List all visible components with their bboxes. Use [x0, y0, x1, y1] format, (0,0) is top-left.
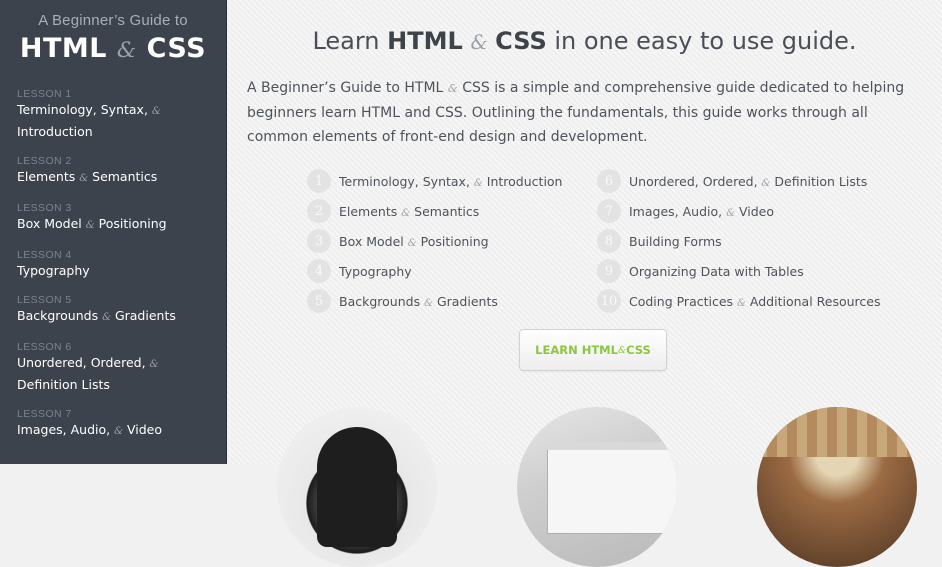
cta-label-post: CSS	[626, 343, 651, 357]
sidebar-lesson-4[interactable]: Lesson 4 Typography	[17, 249, 226, 281]
lesson-number: Lesson 7	[17, 408, 72, 420]
toc-item-8[interactable]: 8 Building Forms	[597, 226, 880, 256]
page-headline: Learn HTML & CSS in one easy to use guid…	[227, 27, 942, 55]
toc-label: Terminology, Syntax, & Introduction	[339, 173, 563, 189]
toc-label: Backgrounds & Gradients	[339, 293, 498, 309]
lesson-number: Lesson 6	[17, 341, 72, 353]
toc-label: Box Model & Positioning	[339, 233, 489, 249]
toc-item-3[interactable]: 3 Box Model & Positioning	[307, 226, 562, 256]
lesson-title: Box Model & Positioning	[17, 216, 167, 231]
number-badge: 3	[307, 229, 331, 253]
toc-item-4[interactable]: 4 Typography	[307, 256, 562, 286]
sidebar-lesson-2[interactable]: Lesson 2 Elements & Semantics	[17, 155, 226, 189]
lesson-number: Lesson 3	[17, 202, 72, 214]
lesson-title: Elements & Semantics	[17, 169, 158, 184]
number-badge: 4	[307, 259, 331, 283]
toc-item-6[interactable]: 6 Unordered, Ordered, & Definition Lists	[597, 166, 880, 196]
intro-paragraph: A Beginner’s Guide to HTML & CSS is a si…	[247, 80, 905, 145]
brand-ampersand: &	[116, 38, 137, 63]
sidebar-lesson-7[interactable]: Lesson 7 Images, Audio, & Video	[17, 408, 226, 442]
brand-title: HTML & CSS	[0, 33, 226, 64]
sidebar-lesson-3[interactable]: Lesson 3 Box Model & Positioning	[17, 202, 226, 236]
lesson-number: Lesson 5	[17, 294, 72, 306]
number-badge: 10	[597, 289, 621, 313]
toc-label: Elements & Semantics	[339, 203, 480, 219]
lesson-title: Images, Audio, & Video	[17, 422, 162, 437]
main-content: Learn HTML & CSS in one easy to use guid…	[227, 0, 942, 567]
headline-ampersand: &	[470, 31, 488, 54]
browser-bar-shape	[547, 442, 677, 450]
lesson-number: Lesson 1	[17, 88, 72, 100]
toc-item-1[interactable]: 1 Terminology, Syntax, & Introduction	[307, 166, 562, 196]
author-portrait-image	[277, 407, 437, 567]
lesson-number: Lesson 4	[17, 249, 72, 261]
learn-html-css-button[interactable]: LEARN HTML & CSS	[519, 329, 667, 371]
number-badge: 2	[307, 199, 331, 223]
headline-html: HTML	[387, 27, 463, 55]
number-badge: 6	[597, 169, 621, 193]
brand-html: HTML	[19, 33, 108, 64]
lesson-title: Unordered, Ordered, & Definition Lists	[17, 355, 159, 392]
headline-pre: Learn	[312, 27, 388, 55]
brand-subtitle: A Beginner’s Guide to	[38, 12, 188, 29]
lesson-index-right: 6 Unordered, Ordered, & Definition Lists…	[597, 166, 880, 316]
toc-label: Coding Practices & Additional Resources	[629, 293, 881, 309]
code-screenshot-image	[517, 407, 677, 567]
lesson-title: Backgrounds & Gradients	[17, 308, 176, 323]
sidebar-lesson-6[interactable]: Lesson 6 Unordered, Ordered, & Definitio…	[17, 341, 226, 395]
headline-post: in one easy to use guide.	[546, 27, 857, 55]
browser-window-shape	[547, 442, 677, 534]
toc-label: Building Forms	[629, 233, 722, 249]
number-badge: 9	[597, 259, 621, 283]
headline-css: CSS	[495, 27, 547, 55]
cta-label-pre: LEARN HTML	[535, 343, 618, 357]
lesson-title: Typography	[17, 263, 90, 278]
toc-item-10[interactable]: 10 Coding Practices & Additional Resourc…	[597, 286, 880, 316]
lesson-list: Lesson 1 Terminology, Syntax, & Introduc…	[0, 88, 226, 442]
toc-item-2[interactable]: 2 Elements & Semantics	[307, 196, 562, 226]
toc-label: Organizing Data with Tables	[629, 263, 804, 279]
lesson-index-left: 1 Terminology, Syntax, & Introduction 2 …	[307, 166, 562, 316]
sidebar: A Beginner’s Guide to HTML & CSS Lesson …	[0, 0, 227, 464]
number-badge: 7	[597, 199, 621, 223]
toc-label: Unordered, Ordered, & Definition Lists	[629, 173, 868, 189]
toc-label: Typography	[339, 263, 412, 279]
classroom-image	[757, 407, 917, 567]
sidebar-lesson-5[interactable]: Lesson 5 Backgrounds & Gradients	[17, 294, 226, 328]
toc-item-5[interactable]: 5 Backgrounds & Gradients	[307, 286, 562, 316]
toc-label: Images, Audio, & Video	[629, 203, 774, 219]
sidebar-lesson-1[interactable]: Lesson 1 Terminology, Syntax, & Introduc…	[17, 88, 226, 142]
cta-ampersand: &	[617, 344, 627, 356]
brand-css: CSS	[146, 33, 207, 64]
toc-item-9[interactable]: 9 Organizing Data with Tables	[597, 256, 880, 286]
lesson-title: Terminology, Syntax, & Introduction	[17, 102, 161, 139]
toc-item-7[interactable]: 7 Images, Audio, & Video	[597, 196, 880, 226]
lesson-number: Lesson 2	[17, 155, 72, 167]
number-badge: 5	[307, 289, 331, 313]
ceiling-shape	[757, 407, 917, 457]
number-badge: 8	[597, 229, 621, 253]
brand[interactable]: A Beginner’s Guide to HTML & CSS	[0, 0, 226, 64]
number-badge: 1	[307, 169, 331, 193]
portrait-silhouette	[317, 427, 397, 547]
